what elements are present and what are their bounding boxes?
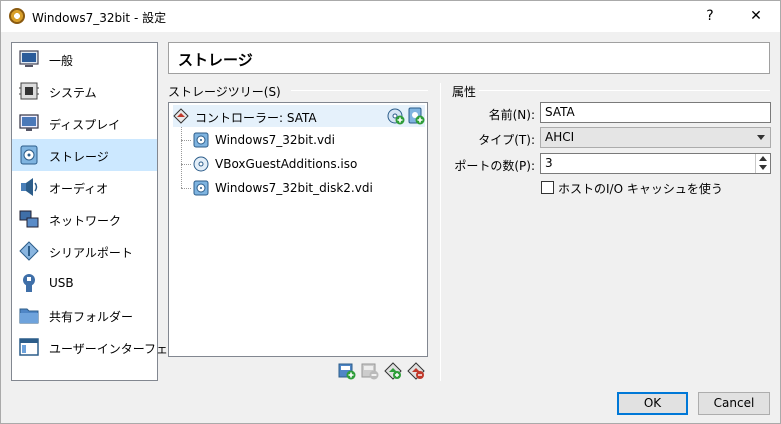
type-label: タイプ(T): xyxy=(478,133,535,147)
add-optical-drive-icon[interactable] xyxy=(387,107,405,125)
storage-tree[interactable]: コントローラー: SATA Windows7_32bit.vdi VBoxGue… xyxy=(168,102,428,357)
spin-buttons[interactable] xyxy=(755,154,770,173)
controller-icon xyxy=(173,108,189,124)
close-button[interactable]: ✕ xyxy=(733,1,779,32)
title-bar: Windows7_32bit - 設定 ? ✕ xyxy=(1,1,780,32)
ports-spinbox[interactable]: 3 xyxy=(540,153,771,174)
optical-disk-icon xyxy=(193,156,209,172)
host-cache-checkbox[interactable] xyxy=(541,181,554,194)
system-icon xyxy=(19,82,39,100)
tree-connector xyxy=(181,164,191,165)
sidebar-item-label: 一般 xyxy=(49,54,74,68)
attributes-divider xyxy=(479,90,770,91)
tree-item-disk[interactable]: Windows7_32bit.vdi xyxy=(193,129,413,151)
sidebar-item-label: シリアルポート xyxy=(49,246,133,260)
add-controller-icon[interactable] xyxy=(338,362,356,380)
sidebar-item-network[interactable]: ネットワーク xyxy=(12,203,157,235)
cancel-button[interactable]: Cancel xyxy=(698,392,770,415)
sidebar-item-display[interactable]: ディスプレイ xyxy=(12,107,157,139)
tree-item-optical[interactable]: VBoxGuestAdditions.iso xyxy=(193,153,413,175)
settings-window: Windows7_32bit - 設定 ? ✕ 一般 システム ディスプレイ ス… xyxy=(0,0,781,424)
sidebar-item-label: 共有フォルダー xyxy=(49,310,134,324)
user-interface-icon xyxy=(19,338,39,356)
window-title: Windows7_32bit - 設定 xyxy=(32,11,167,25)
tree-connector xyxy=(181,140,191,141)
general-icon xyxy=(19,50,39,67)
remove-controller-icon[interactable] xyxy=(361,362,379,380)
attributes-label: 属性 xyxy=(452,85,477,99)
page-title-box: ストレージ xyxy=(168,42,770,74)
sidebar-item-label: ディスプレイ xyxy=(49,118,121,132)
controller-label: コントローラー: SATA xyxy=(195,111,317,125)
ports-label: ポートの数(P): xyxy=(454,159,535,173)
settings-sidebar: 一般 システム ディスプレイ ストレージ オーディオ ネットワーク シリアルポー… xyxy=(11,42,191,381)
name-label: 名前(N): xyxy=(488,108,535,122)
storage-icon xyxy=(20,145,38,165)
spin-down-icon[interactable] xyxy=(759,165,767,170)
sidebar-item-shared-folder[interactable]: 共有フォルダー xyxy=(12,299,157,331)
network-icon xyxy=(19,210,39,228)
usb-icon xyxy=(23,274,35,292)
sidebar-item-system[interactable]: システム xyxy=(12,75,157,107)
device-label: Windows7_32bit_disk2.vdi xyxy=(215,181,373,195)
help-button[interactable]: ? xyxy=(687,1,733,32)
device-label: VBoxGuestAdditions.iso xyxy=(215,157,358,171)
hard-disk-icon xyxy=(193,180,209,196)
hard-disk-icon xyxy=(193,132,209,148)
sidebar-item-label: オーディオ xyxy=(49,182,109,196)
tree-controller-sata[interactable]: コントローラー: SATA xyxy=(173,105,425,127)
spin-up-icon[interactable] xyxy=(759,156,767,161)
virtualbox-app-icon xyxy=(9,8,25,24)
sidebar-item-serial-port[interactable]: シリアルポート xyxy=(12,235,157,267)
ok-button[interactable]: OK xyxy=(617,392,688,415)
sidebar-item-label: ネットワーク xyxy=(49,214,122,228)
serial-port-icon xyxy=(19,241,39,261)
sidebar-item-label: システム xyxy=(49,86,97,100)
tree-item-disk[interactable]: Windows7_32bit_disk2.vdi xyxy=(193,177,413,199)
add-hard-disk-icon[interactable] xyxy=(407,107,425,125)
sidebar-item-label: USB xyxy=(49,276,74,290)
storage-tree-label: ストレージツリー(S) xyxy=(168,85,281,99)
remove-attachment-icon[interactable] xyxy=(407,362,425,380)
sidebar-item-storage[interactable]: ストレージ xyxy=(12,139,157,171)
display-icon xyxy=(19,114,39,131)
sidebar-item-general[interactable]: 一般 xyxy=(12,43,157,75)
add-attachment-icon[interactable] xyxy=(384,362,402,380)
audio-icon xyxy=(21,178,38,196)
page-title: ストレージ xyxy=(178,51,253,69)
type-select[interactable]: AHCI xyxy=(540,127,771,148)
tree-connector xyxy=(181,188,191,189)
type-select-value: AHCI xyxy=(545,130,575,144)
shared-folder-icon xyxy=(19,308,39,324)
sidebar-item-audio[interactable]: オーディオ xyxy=(12,171,157,203)
sidebar-item-label: ストレージ xyxy=(49,150,109,164)
sidebar-item-usb[interactable]: USB xyxy=(12,267,157,299)
name-input[interactable]: SATA xyxy=(540,102,771,123)
tree-connector xyxy=(181,127,182,188)
storage-tree-divider xyxy=(291,90,428,91)
device-label: Windows7_32bit.vdi xyxy=(215,133,335,147)
ports-value: 3 xyxy=(545,156,553,170)
host-cache-label: ホストのI/O キャッシュを使う xyxy=(558,182,723,196)
sidebar-item-user-interface[interactable]: ユーザーインターフェース xyxy=(12,331,191,363)
chevron-down-icon xyxy=(757,135,765,140)
attributes-separator xyxy=(440,83,441,381)
